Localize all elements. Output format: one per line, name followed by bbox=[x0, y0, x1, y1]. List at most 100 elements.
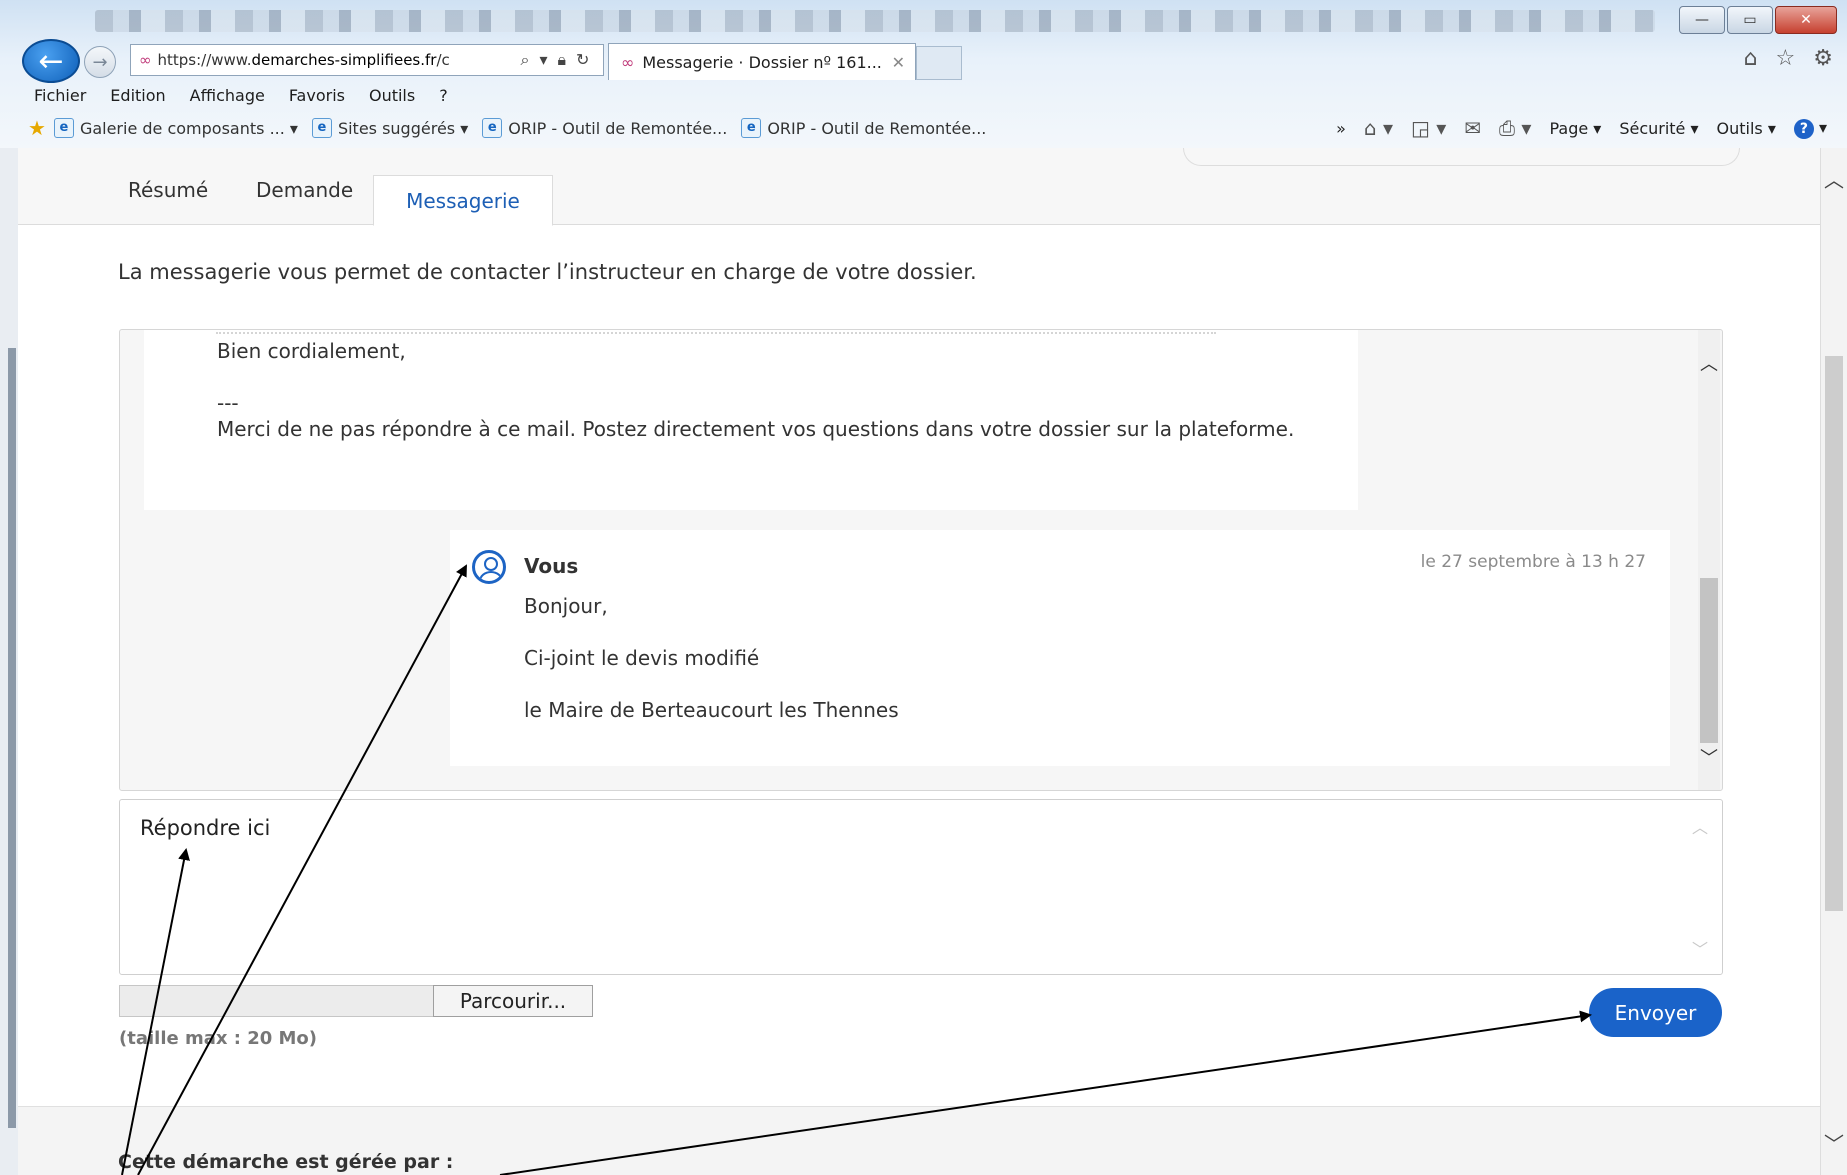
thread-scrollbar[interactable]: ︿ ﹀ bbox=[1698, 330, 1720, 790]
page-scrollbar[interactable]: ︿ ﹀ bbox=[1820, 148, 1847, 1175]
tab-messagerie[interactable]: Messagerie bbox=[373, 175, 553, 226]
favorite-label: ORIP - Outil de Remontée... bbox=[508, 118, 728, 138]
favorite-galerie[interactable]: e Galerie de composants ... ▾ bbox=[53, 118, 298, 138]
footer-managed-by: Cette démarche est gérée par : bbox=[118, 1151, 454, 1173]
site-favicon-icon: ∞ bbox=[139, 51, 152, 69]
my-message: Vous le 27 septembre à 13 h 27 Bonjour, … bbox=[450, 530, 1670, 766]
favorite-orip-2[interactable]: e ORIP - Outil de Remontée... bbox=[741, 118, 986, 138]
chevron-up-icon[interactable]: ︿ bbox=[1692, 814, 1708, 838]
file-path-field[interactable] bbox=[119, 985, 435, 1017]
left-frame-edge bbox=[0, 148, 19, 1175]
menu-securite[interactable]: Sécurité ▾ bbox=[1619, 119, 1698, 138]
favorites-bar: ★ e Galerie de composants ... ▾ e Sites su… bbox=[0, 110, 1847, 146]
more-commands-icon[interactable]: » bbox=[1336, 119, 1346, 138]
chevron-down-icon[interactable]: ﹀ bbox=[1824, 1128, 1844, 1157]
url-domain: demarches-simplifiees.fr bbox=[251, 51, 437, 69]
header-search-box-edge bbox=[1183, 148, 1740, 166]
ie-page-icon: e bbox=[53, 118, 74, 138]
new-tab-button[interactable] bbox=[916, 46, 962, 80]
message-thread[interactable]: Bien cordialement, --- Merci de ne pas r… bbox=[119, 329, 1723, 791]
title-bar: — ▭ ✕ bbox=[0, 0, 1847, 38]
print-icon[interactable]: ⎙ ▾ bbox=[1499, 116, 1531, 140]
blurred-toolbar-strip bbox=[95, 10, 1655, 32]
message-notice: Merci de ne pas répondre à ce mail. Post… bbox=[217, 417, 1295, 441]
maximize-button[interactable]: ▭ bbox=[1727, 6, 1773, 34]
dropdown-arrow-icon[interactable]: ▾ bbox=[539, 50, 547, 70]
site-favicon-icon: ∞ bbox=[621, 52, 635, 72]
message-line: Bonjour, bbox=[524, 594, 608, 618]
lock-icon[interactable]: 🔒︎ bbox=[558, 50, 567, 70]
ie-page-icon: e bbox=[311, 118, 332, 138]
back-button[interactable]: ← bbox=[22, 39, 80, 83]
reply-box: ︿ ﹀ bbox=[119, 799, 1723, 975]
home-icon[interactable]: ⌂ bbox=[1744, 46, 1758, 71]
tab-close-icon[interactable]: ✕ bbox=[892, 53, 905, 72]
message-sender: Vous bbox=[524, 554, 579, 578]
browser-right-icons: ⌂ ☆ ⚙ bbox=[1744, 46, 1833, 71]
favorite-orip-1[interactable]: e ORIP - Outil de Remontée... bbox=[482, 118, 727, 138]
command-bar: » ⌂ ▾ ◲ ▾ ✉ ⎙ ▾ Page ▾ Sécurité ▾ Outils… bbox=[1336, 110, 1827, 146]
gear-icon[interactable]: ⚙ bbox=[1813, 46, 1833, 71]
menu-favoris[interactable]: Favoris bbox=[289, 86, 345, 105]
tab-demande[interactable]: Demande bbox=[256, 178, 353, 202]
menu-bar: Fichier Edition Affichage Favoris Outils… bbox=[0, 80, 1847, 110]
ie-page-icon: e bbox=[741, 118, 762, 138]
chevron-down-icon[interactable]: ﹀ bbox=[1692, 936, 1708, 960]
forward-button[interactable]: → bbox=[84, 46, 116, 78]
window-controls: — ▭ ✕ bbox=[1679, 6, 1837, 34]
page-footer: Cette démarche est gérée par : bbox=[18, 1106, 1821, 1175]
url-prefix: https://www. bbox=[157, 51, 252, 69]
previous-message: Bien cordialement, --- Merci de ne pas r… bbox=[144, 330, 1358, 510]
menu-outils[interactable]: Outils bbox=[369, 86, 415, 105]
file-size-hint: (taille max : 20 Mo) bbox=[119, 1028, 318, 1049]
reply-textarea[interactable] bbox=[138, 814, 1662, 958]
address-tools: ⌕ ▾ 🔒︎ ↻ bbox=[521, 50, 590, 70]
favorites-star-icon[interactable]: ★ bbox=[28, 116, 46, 140]
browse-file-button[interactable]: Parcourir... bbox=[433, 985, 593, 1017]
ie-page-icon: e bbox=[482, 118, 503, 138]
chevron-up-icon[interactable]: ︿ bbox=[1700, 350, 1718, 376]
send-button[interactable]: Envoyer bbox=[1589, 988, 1722, 1037]
chevron-down-icon[interactable]: ﹀ bbox=[1700, 744, 1718, 770]
minimize-button[interactable]: — bbox=[1679, 6, 1725, 34]
user-avatar-icon bbox=[472, 550, 506, 584]
menu-affichage[interactable]: Affichage bbox=[190, 86, 265, 105]
message-line: Ci-joint le devis modifié bbox=[524, 646, 760, 670]
dossier-tabs: Résumé Demande Messagerie bbox=[18, 148, 1821, 226]
message-date: le 27 septembre à 13 h 27 bbox=[1420, 552, 1646, 572]
thread-scroll-thumb[interactable] bbox=[1700, 578, 1718, 743]
menu-outils-command[interactable]: Outils ▾ bbox=[1717, 119, 1776, 138]
menu-edition[interactable]: Edition bbox=[110, 86, 165, 105]
favorite-label: Galerie de composants ... ▾ bbox=[79, 118, 298, 138]
menu-help[interactable]: ? bbox=[439, 86, 448, 105]
help-icon[interactable]: ? ▾ bbox=[1793, 118, 1827, 139]
refresh-icon[interactable]: ↻ bbox=[576, 50, 589, 70]
mail-icon[interactable]: ✉ bbox=[1464, 116, 1481, 140]
favorite-label: ORIP - Outil de Remontée... bbox=[767, 118, 987, 138]
menu-page[interactable]: Page ▾ bbox=[1549, 119, 1601, 138]
rss-feed-icon[interactable]: ◲ ▾ bbox=[1411, 116, 1446, 140]
arrow-left-icon: ← bbox=[38, 43, 64, 79]
arrow-right-icon: → bbox=[92, 51, 108, 73]
menu-fichier[interactable]: Fichier bbox=[34, 86, 86, 105]
favorite-label: Sites suggérés ▾ bbox=[337, 118, 469, 138]
close-window-button[interactable]: ✕ bbox=[1775, 6, 1837, 34]
home-icon[interactable]: ⌂ ▾ bbox=[1364, 116, 1393, 140]
clipped-text-edge bbox=[216, 330, 1216, 334]
address-bar[interactable]: ∞ https://www.demarches-simplifiees.fr/c… bbox=[130, 44, 604, 76]
star-icon[interactable]: ☆ bbox=[1776, 46, 1796, 71]
chevron-up-icon[interactable]: ︿ bbox=[1824, 164, 1844, 193]
favorite-sites-suggeres[interactable]: e Sites suggérés ▾ bbox=[311, 118, 469, 138]
navigation-row: ← → ∞ https://www.demarches-simplifiees.… bbox=[0, 38, 1847, 83]
browser-tab-messagerie[interactable]: ∞ Messagerie · Dossier nº 161... ✕ bbox=[608, 43, 916, 80]
message-closing: Bien cordialement, bbox=[217, 339, 406, 363]
tab-resume[interactable]: Résumé bbox=[128, 178, 208, 202]
address-url[interactable]: https://www.demarches-simplifiees.fr/c bbox=[158, 51, 513, 69]
left-frame-thumb bbox=[8, 348, 16, 1128]
message-line: le Maire de Berteaucourt les Thennes bbox=[524, 698, 899, 722]
page-scroll-thumb[interactable] bbox=[1825, 356, 1843, 911]
messagerie-intro: La messagerie vous permet de contacter l… bbox=[118, 260, 977, 284]
search-icon[interactable]: ⌕ bbox=[521, 50, 530, 70]
browser-chrome: — ▭ ✕ ← → ∞ https://www.demarches-simpli… bbox=[0, 0, 1847, 149]
tab-title: Messagerie · Dossier nº 161... bbox=[642, 52, 882, 72]
